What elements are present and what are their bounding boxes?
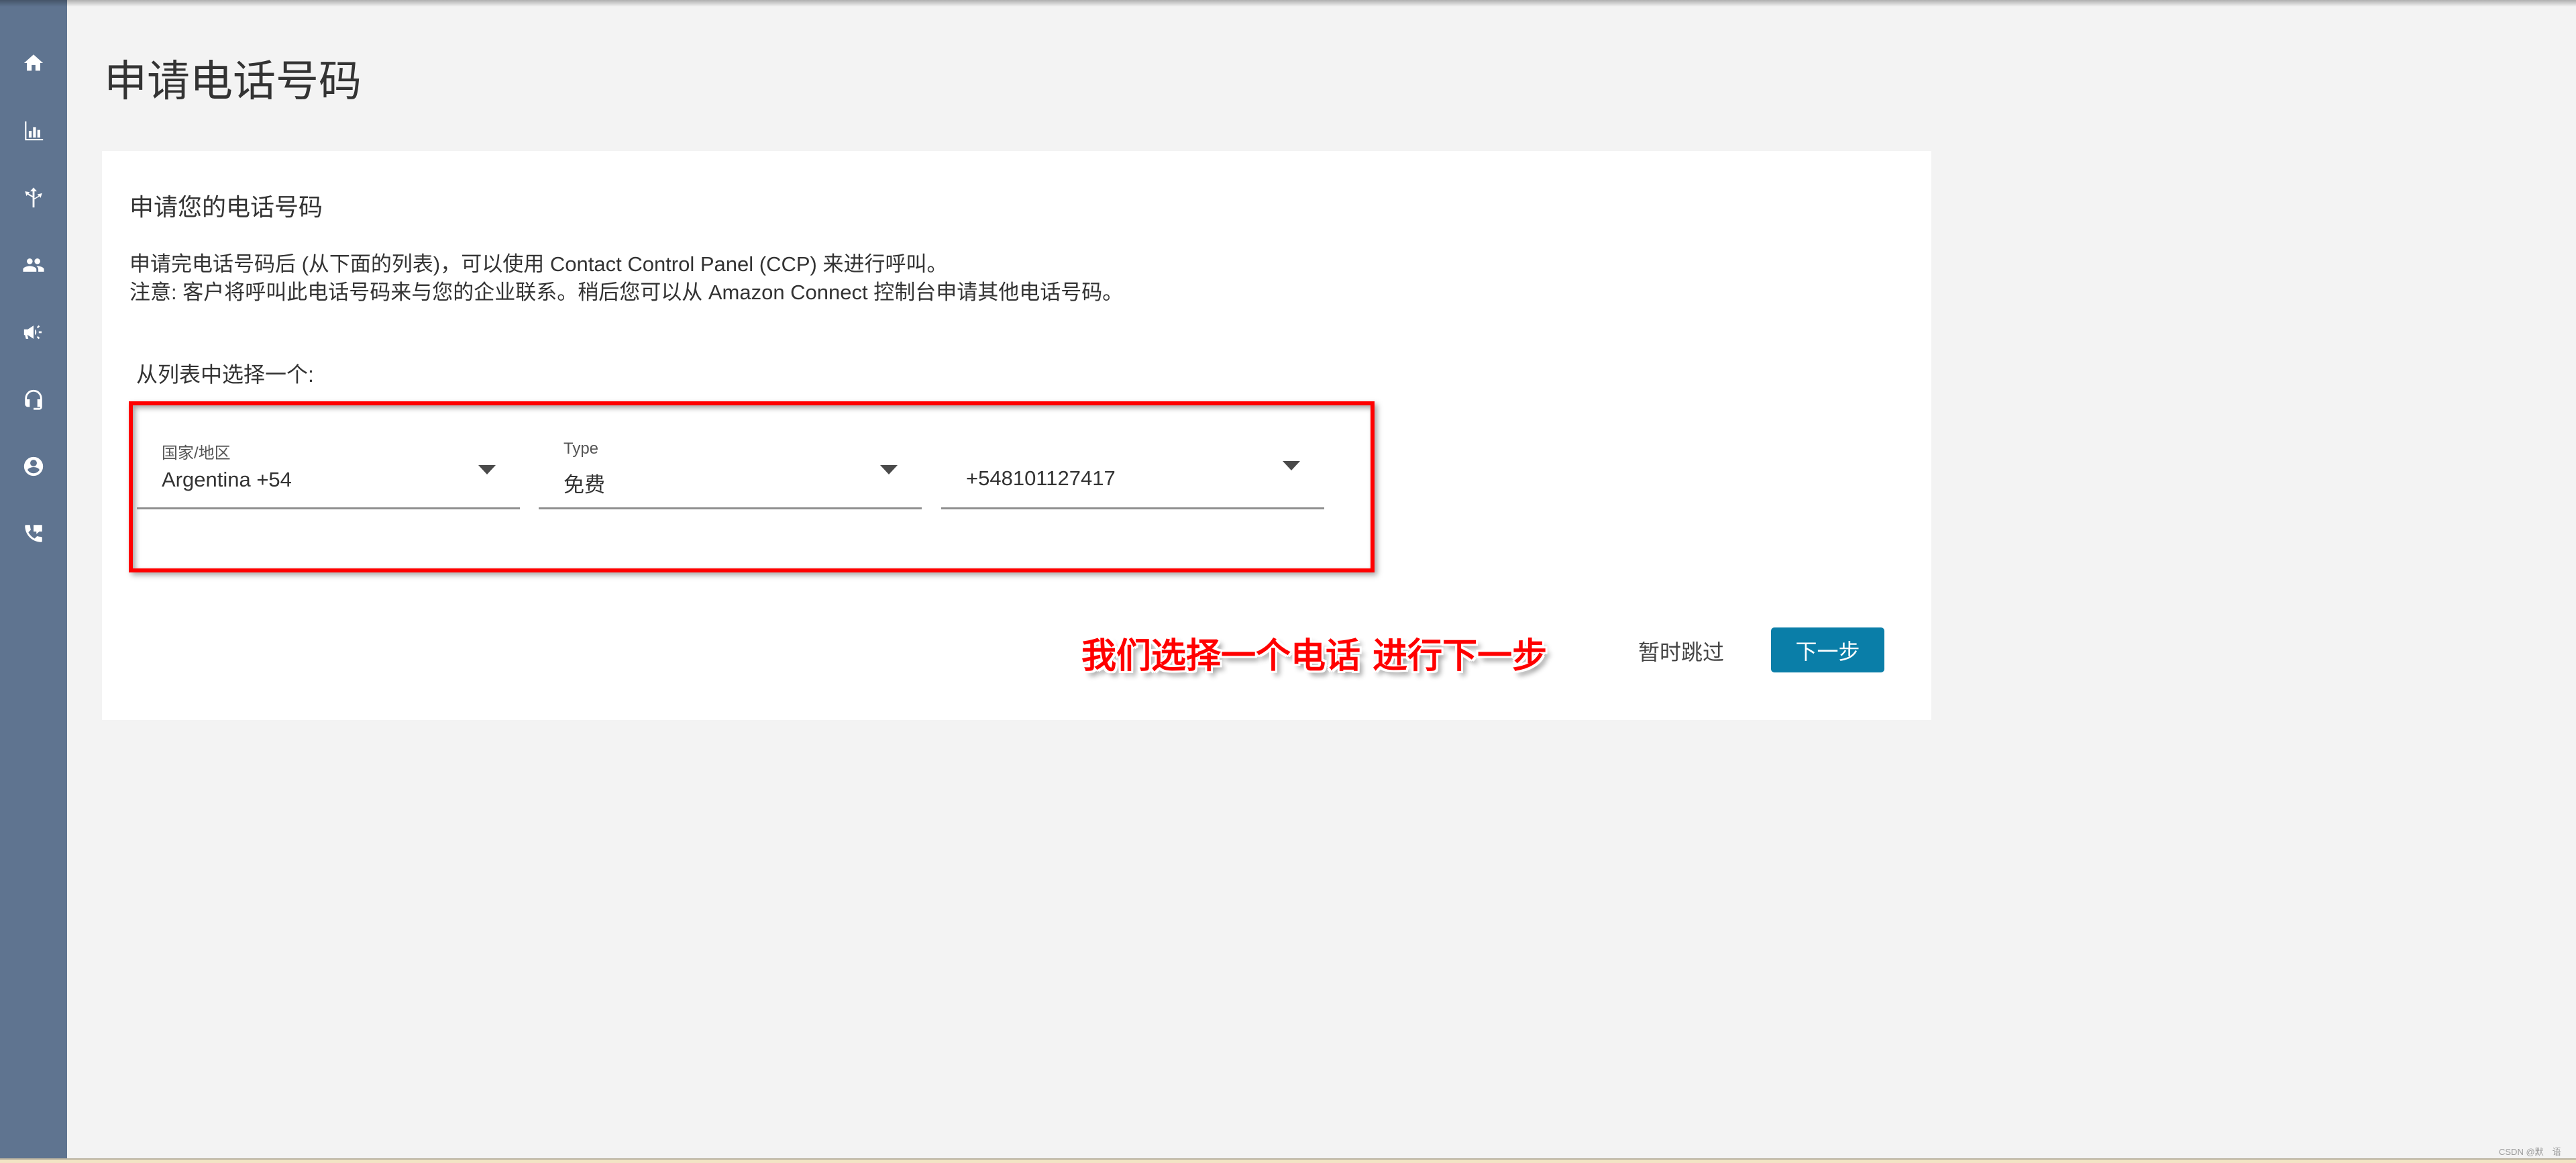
phone-claim-card: 申请您的电话号码 申请完电话号码后 (从下面的列表)，可以使用 Contact …	[102, 151, 1931, 720]
select-prompt: 从列表中选择一个:	[136, 362, 314, 387]
page-title: 申请电话号码	[104, 57, 362, 105]
headset-icon	[25, 389, 42, 410]
card-heading: 申请您的电话号码	[129, 193, 323, 221]
sidebar-nav	[0, 0, 67, 1158]
chevron-down-icon	[1283, 461, 1300, 470]
top-shadow	[0, 0, 2576, 7]
chevron-down-icon	[478, 465, 496, 474]
sidebar-item-channels[interactable]	[17, 383, 50, 416]
phone-forward-icon	[25, 525, 42, 542]
skip-button[interactable]: 暂时跳过	[1638, 636, 1724, 666]
routing-arrows-icon	[25, 187, 42, 208]
watermark: CSDN @默 语	[2499, 1147, 2561, 1157]
sidebar-item-home[interactable]	[17, 46, 50, 80]
megaphone-icon	[23, 325, 42, 340]
bar-chart-icon	[25, 121, 44, 141]
bottom-strip	[0, 1160, 2576, 1163]
next-button[interactable]: 下一步	[1771, 627, 1884, 672]
description-line-2: 注意: 客户将呼叫此电话号码来与您的企业联系。稍后您可以从 Amazon Con…	[129, 281, 1124, 304]
users-icon	[23, 258, 44, 272]
country-value: Argentina +54	[162, 468, 292, 491]
sidebar-item-metrics[interactable]	[17, 114, 50, 148]
sidebar-item-phone-numbers[interactable]	[17, 517, 50, 550]
type-select[interactable]: Type 免费	[539, 429, 922, 509]
sidebar-item-campaigns[interactable]	[17, 315, 50, 349]
sidebar-item-users[interactable]	[17, 248, 50, 282]
phone-number-select[interactable]: +548101127417	[941, 429, 1324, 509]
country-select[interactable]: 国家/地区 Argentina +54	[137, 429, 520, 509]
sidebar-item-routing[interactable]	[17, 181, 50, 215]
chevron-down-icon	[880, 465, 898, 474]
phone-value: +548101127417	[966, 466, 1116, 490]
description-line-1: 申请完电话号码后 (从下面的列表)，可以使用 Contact Control P…	[129, 252, 948, 276]
card-description: 申请完电话号码后 (从下面的列表)，可以使用 Contact Control P…	[129, 250, 1123, 307]
sidebar-item-profile[interactable]	[17, 450, 50, 483]
home-icon	[23, 54, 44, 71]
type-label: Type	[564, 440, 599, 458]
annotation-text: 我们选择一个电话 进行下一步	[1081, 636, 1548, 676]
user-circle-icon	[23, 456, 44, 476]
country-label: 国家/地区	[162, 444, 231, 462]
type-value: 免费	[564, 473, 605, 497]
